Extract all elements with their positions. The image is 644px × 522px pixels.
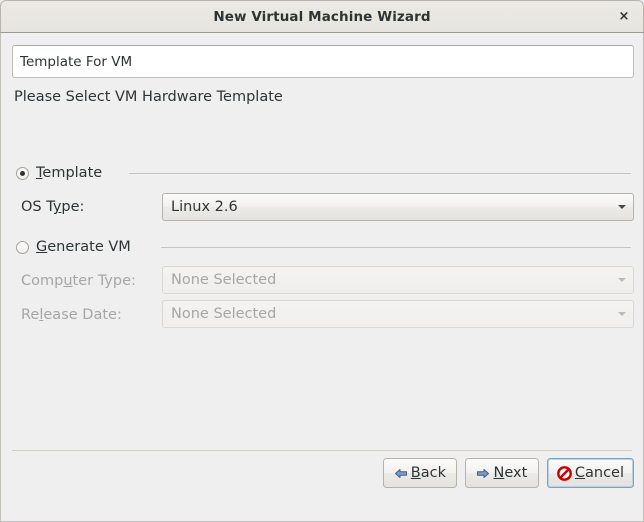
os-type-label-post: pe:: [61, 199, 85, 215]
os-type-label-row: OS Type:: [21, 193, 84, 221]
next-button-label: Next: [493, 465, 527, 481]
computer-type-mnemonic: u: [63, 273, 73, 289]
title-bar: New Virtual Machine Wizard ×: [0, 0, 644, 33]
cancel-mnemonic: C: [574, 465, 585, 481]
computer-type-label: Computer Type:: [21, 273, 136, 289]
chevron-down-icon: [611, 278, 633, 282]
radio-generate-vm[interactable]: Generate VM: [16, 239, 131, 255]
chevron-down-icon: [611, 312, 633, 316]
release-date-combobox: None Selected: [162, 300, 634, 328]
radio-generate-vm-label: Generate VM: [36, 239, 131, 255]
back-button-label: Back: [411, 465, 446, 481]
window-title: New Virtual Machine Wizard: [213, 8, 431, 25]
computer-type-combobox: None Selected: [162, 266, 634, 294]
radio-template[interactable]: Template: [16, 165, 102, 181]
dialog-client-area: Please Select VM Hardware Template Templ…: [0, 33, 644, 522]
radio-template-indicator: [16, 166, 29, 180]
template-group-header: Template: [16, 163, 102, 183]
back-button[interactable]: Back: [382, 458, 457, 488]
release-date-value: None Selected: [171, 306, 277, 322]
next-label-post: ext: [504, 465, 528, 481]
no-entry-icon: [556, 465, 572, 481]
back-mnemonic: B: [410, 465, 421, 481]
template-label-rest: emplate: [42, 165, 103, 181]
computer-type-label-pre: Comp: [21, 273, 64, 289]
next-button[interactable]: Next: [464, 458, 539, 488]
release-date-label-row: Release Date:: [21, 301, 122, 329]
chevron-down-icon: [611, 205, 633, 209]
computer-type-value: None Selected: [171, 272, 277, 288]
os-type-label-pre: OS T: [21, 199, 53, 215]
release-date-label-post: ease Date:: [43, 307, 122, 323]
cancel-button-label: Cancel: [575, 465, 624, 481]
generate-vm-group-header: Generate VM: [16, 237, 131, 257]
generate-vm-label-rest: enerate VM: [47, 239, 131, 255]
cancel-button[interactable]: Cancel: [546, 458, 634, 488]
close-icon[interactable]: ×: [614, 7, 634, 27]
arrow-right-icon: [476, 467, 490, 480]
arrow-left-icon: [394, 467, 408, 480]
action-separator: [12, 450, 632, 451]
next-mnemonic: N: [493, 465, 505, 481]
vm-name-row: [12, 45, 634, 78]
os-type-value: Linux 2.6: [171, 199, 238, 215]
release-date-label-pre: Re: [21, 307, 40, 323]
os-type-label: OS Type:: [21, 199, 84, 215]
radio-template-label: Template: [36, 165, 102, 181]
action-bar: Back Next Cancel: [382, 458, 634, 488]
generate-vm-mnemonic: G: [36, 239, 48, 255]
template-group-rule: [129, 173, 631, 174]
computer-type-label-row: Computer Type:: [21, 267, 136, 295]
vm-name-input[interactable]: [12, 45, 634, 78]
release-date-label: Release Date:: [21, 307, 122, 323]
radio-generate-vm-indicator: [16, 240, 29, 254]
os-type-combobox[interactable]: Linux 2.6: [162, 193, 634, 221]
wizard-window: New Virtual Machine Wizard × Please Sele…: [0, 0, 644, 522]
generate-vm-group-rule: [161, 247, 631, 248]
cancel-label-post: ancel: [585, 465, 624, 481]
page-title: Please Select VM Hardware Template: [14, 89, 283, 105]
computer-type-label-post: ter Type:: [72, 273, 136, 289]
back-label-post: ack: [420, 465, 446, 481]
